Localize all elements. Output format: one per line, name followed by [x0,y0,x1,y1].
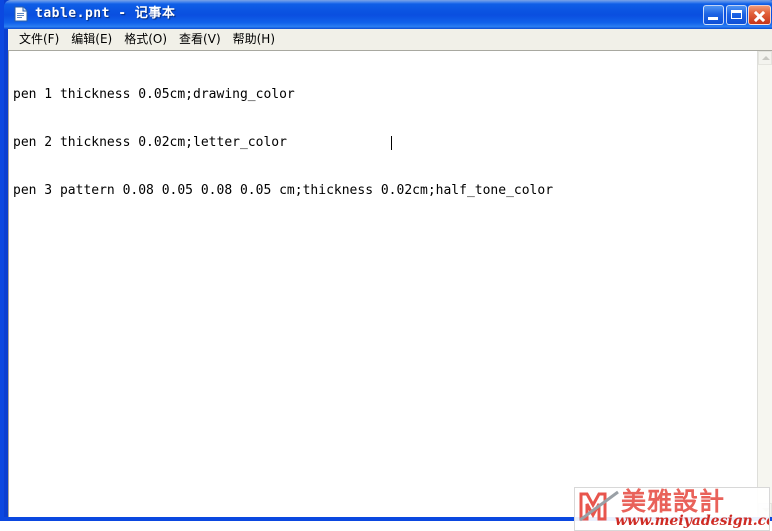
notepad-window: table.pnt - 记事本 文件(F) 编辑(E) 格式(O) 查看(V) … [0,0,772,521]
menu-bar: 文件(F) 编辑(E) 格式(O) 查看(V) 帮助(H) [8,29,772,50]
text-editor-area[interactable]: pen 1 thickness 0.05cm;drawing_color pen… [9,51,757,517]
meiya-m-logo-icon [579,490,619,522]
menu-item-view[interactable]: 查看(V) [176,31,230,49]
menu-item-format[interactable]: 格式(O) [121,31,176,49]
maximize-button[interactable] [726,5,747,25]
scroll-up-arrow-icon [762,56,770,60]
text-line: pen 2 thickness 0.02cm;letter_color [13,135,287,150]
watermark-url: www.meiyadesign.com [615,513,769,529]
window-title: table.pnt - 记事本 [35,6,176,21]
notepad-document-icon [14,6,28,22]
minimize-icon [708,17,718,20]
menu-item-file-label: 文件(F) [19,31,60,46]
menu-item-format-label: 格式(O) [124,31,168,46]
menu-item-file[interactable]: 文件(F) [16,31,68,49]
menu-item-help-label: 帮助(H) [232,31,276,46]
close-button[interactable] [748,5,771,25]
menu-item-view-label: 查看(V) [179,31,221,46]
menu-item-edit-label: 编辑(E) [71,31,113,46]
watermark-overlay: 美雅設計 www.meiyadesign.com [574,487,770,531]
close-icon [749,6,770,24]
minimize-button[interactable] [703,5,724,25]
screen-background: table.pnt - 记事本 文件(F) 编辑(E) 格式(O) 查看(V) … [0,0,772,531]
menu-item-help[interactable]: 帮助(H) [230,31,284,49]
document-text: pen 1 thickness 0.05cm;drawing_color pen… [13,55,553,231]
text-caret [391,136,392,150]
client-area: pen 1 thickness 0.05cm;drawing_color pen… [8,50,772,517]
vertical-scrollbar[interactable] [757,51,772,517]
text-line: pen 3 pattern 0.08 0.05 0.08 0.05 cm;thi… [13,183,554,198]
scroll-up-button[interactable] [758,51,772,65]
window-titlebar[interactable]: table.pnt - 记事本 [4,0,772,29]
text-line: pen 1 thickness 0.05cm;drawing_color [13,87,295,102]
menu-item-edit[interactable]: 编辑(E) [68,31,121,49]
maximize-icon [731,10,742,19]
watermark-chinese-text: 美雅設計 [621,487,726,516]
